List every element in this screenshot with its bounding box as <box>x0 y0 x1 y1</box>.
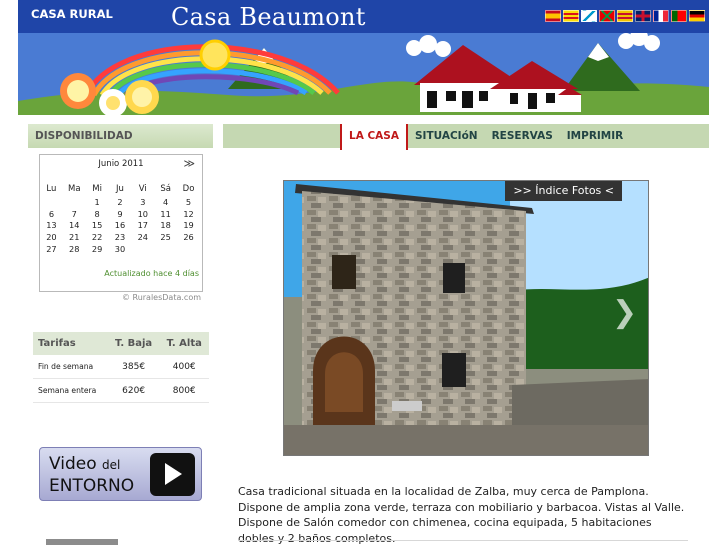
flag-uk-icon[interactable] <box>635 10 651 22</box>
sidebar: DISPONIBILIDAD Junio 2011 ≫ Lu Ma Mi Ju … <box>28 124 213 545</box>
calendar-day: 11 <box>160 208 171 219</box>
calendar-day: 3 <box>140 196 146 207</box>
header-illustration <box>18 33 709 115</box>
calendar-day: 28 <box>69 244 80 255</box>
content-divider <box>238 540 688 541</box>
availability-calendar: Junio 2011 ≫ Lu Ma Mi Ju Vi Sá Do 1 2 3 … <box>39 154 203 292</box>
calendar-day: 5 <box>185 196 192 207</box>
weekday-label: Ju <box>116 184 124 194</box>
weekday-label: Do <box>182 184 195 194</box>
video-label-word: Video <box>49 454 97 474</box>
video-entorno-button[interactable]: Video del ENTORNO <box>39 447 202 501</box>
table-row: Semana entera 620€ 800€ <box>33 378 209 403</box>
calendar-day <box>177 243 200 255</box>
house-description: Casa tradicional situada en la localidad… <box>238 485 685 545</box>
calendar-day: 10 <box>137 208 148 219</box>
main-navigation: LA CASA SITUACIóN RESERVAS IMPRIMIR <box>223 124 709 150</box>
calendar-day: 25 <box>160 232 171 243</box>
calendar-month: Junio 2011 <box>98 159 144 169</box>
flag-pt-icon[interactable] <box>671 10 687 22</box>
calendar-day <box>154 243 177 255</box>
calendar-day: 21 <box>69 232 80 243</box>
calendar-updated-text: Actualizado hace 4 días <box>104 269 199 278</box>
flag-de-icon[interactable] <box>689 10 705 22</box>
calendar-day: 1 <box>94 196 100 207</box>
site-title: Casa Beaumont <box>171 3 366 31</box>
rate-high-value: 400€ <box>159 355 209 379</box>
calendar-day: 13 <box>46 220 57 231</box>
nav-item-imprimir[interactable]: IMPRIMIR <box>560 124 630 148</box>
calendar-day: 2 <box>117 196 123 207</box>
rate-low-value: 620€ <box>107 378 160 403</box>
table-row: Fin de semana 385€ 400€ <box>33 355 209 379</box>
nav-item-situacion[interactable]: SITUACIóN <box>408 124 485 148</box>
flag-fr-icon[interactable] <box>653 10 669 22</box>
page: CASA RURAL Casa Beaumont DISPONIBILIDAD … <box>0 0 727 545</box>
flag-gl-icon[interactable] <box>581 10 597 22</box>
calendar-day <box>131 243 154 255</box>
rate-low-value: 385€ <box>107 355 160 379</box>
calendar-day <box>63 196 86 208</box>
calendar-day: 20 <box>46 232 57 243</box>
page-right-margin <box>709 0 727 545</box>
weekday-label: Lu <box>46 184 57 194</box>
flag-ca-icon[interactable] <box>563 10 579 22</box>
video-button-label: Video del ENTORNO <box>49 454 134 497</box>
weekday-label: Mi <box>92 184 102 194</box>
rate-period: Fin de semana <box>33 355 108 379</box>
nav-items: LA CASA SITUACIóN RESERVAS IMPRIMIR <box>340 124 630 150</box>
video-label-entorno: ENTORNO <box>49 476 135 496</box>
calendar-day: 17 <box>137 220 148 231</box>
partial-thumbnail <box>46 539 118 545</box>
calendar-day: 8 <box>94 208 100 219</box>
rates-header-low: T. Baja <box>107 332 160 355</box>
weekday-label: Ma <box>67 184 81 194</box>
availability-heading: DISPONIBILIDAD <box>28 124 213 148</box>
rates-header-name: Tarifas <box>33 332 108 355</box>
calendar-day <box>40 196 63 208</box>
page-left-margin <box>0 0 18 545</box>
weekday-label: Sá <box>160 184 171 194</box>
house-photo-image <box>284 181 648 455</box>
calendar-credit[interactable]: © RuralesData.com <box>28 293 213 302</box>
calendar-day: 22 <box>91 232 103 243</box>
calendar-day: 24 <box>137 232 148 243</box>
calendar-day: 23 <box>114 232 126 243</box>
flag-ca2-icon[interactable] <box>617 10 633 22</box>
rate-high-value: 800€ <box>159 378 209 403</box>
play-icon <box>150 453 195 496</box>
site-header: CASA RURAL Casa Beaumont <box>18 0 709 115</box>
calendar-day: 4 <box>163 196 169 207</box>
calendar-day: 29 <box>91 244 103 255</box>
rates-table: Tarifas T. Baja T. Alta Fin de semana 38… <box>33 332 209 403</box>
rate-period: Semana entera <box>33 378 108 403</box>
next-photo-arrow-icon[interactable]: ❯ <box>612 298 640 328</box>
rates-header-high: T. Alta <box>159 332 209 355</box>
calendar-day: 16 <box>114 220 126 231</box>
site-tag: CASA RURAL <box>31 7 113 21</box>
calendar-day: 7 <box>71 208 77 219</box>
calendar-day: 19 <box>183 220 194 231</box>
video-label-small: del <box>102 458 121 472</box>
nav-item-la-casa[interactable]: LA CASA <box>340 124 408 150</box>
photo-index-link[interactable]: >> Índice Fotos < <box>505 181 622 201</box>
flag-eu-icon[interactable] <box>599 10 615 22</box>
calendar-day: 12 <box>183 208 194 219</box>
calendar-day: 9 <box>117 208 123 219</box>
calendar-day: 26 <box>183 232 194 243</box>
flag-es-icon[interactable] <box>545 10 561 22</box>
calendar-day: 14 <box>69 220 80 231</box>
calendar-day: 15 <box>91 220 103 231</box>
calendar-next-icon[interactable]: ≫ <box>183 157 195 170</box>
calendar-day: 30 <box>114 244 126 255</box>
weekday-label: Vi <box>138 184 147 194</box>
calendar-day: 6 <box>48 208 55 219</box>
language-flags <box>545 10 705 22</box>
house-photo: >> Índice Fotos < ❯ <box>283 180 649 456</box>
calendar-day: 18 <box>160 220 171 231</box>
nav-item-reservas[interactable]: RESERVAS <box>485 124 560 148</box>
calendar-day: 27 <box>46 244 57 255</box>
calendar-grid: Lu Ma Mi Ju Vi Sá Do 1 2 3 4 5 6 7 8 9 1… <box>40 182 200 255</box>
